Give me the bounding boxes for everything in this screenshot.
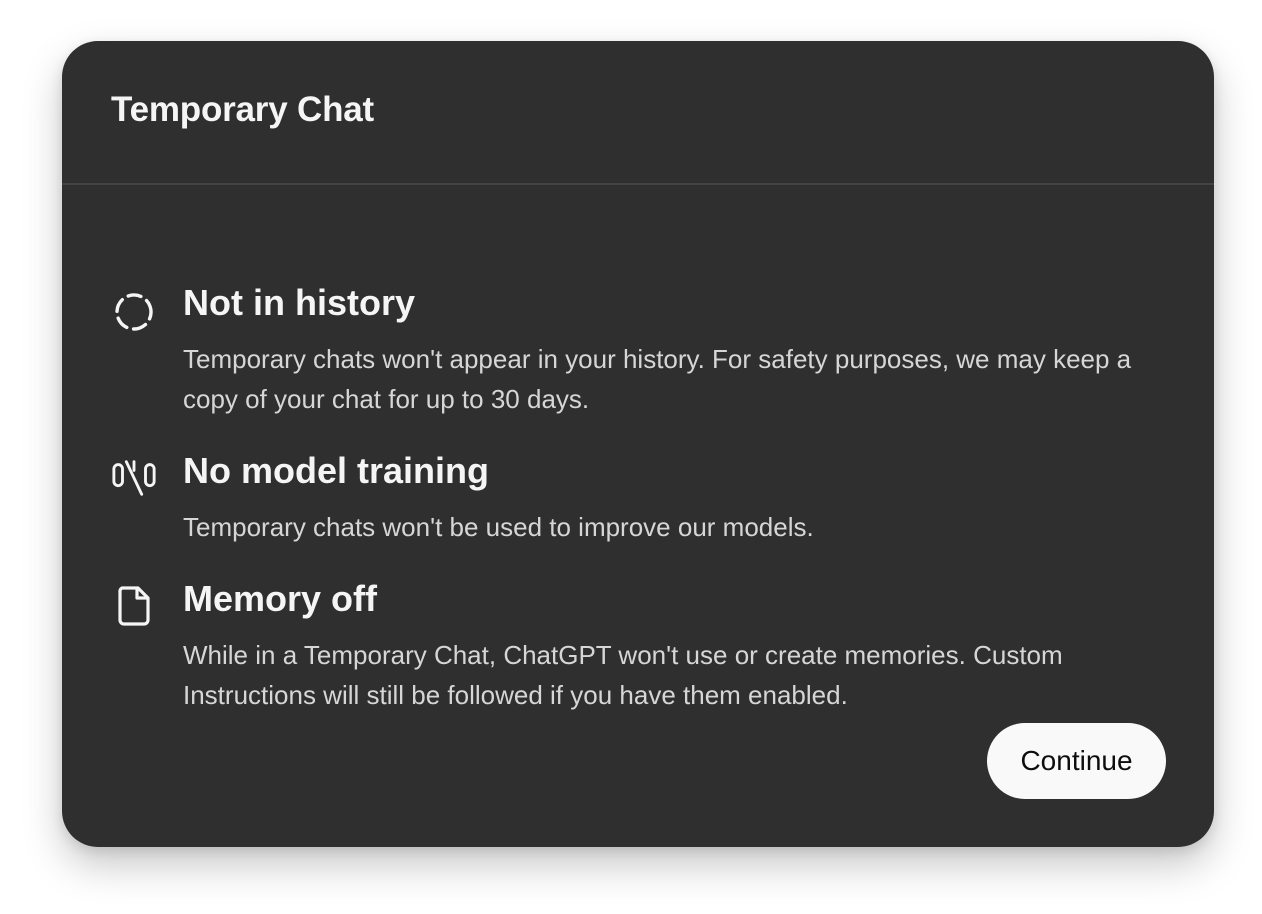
- feature-description: While in a Temporary Chat, ChatGPT won't…: [183, 640, 1063, 710]
- document-icon: [111, 583, 157, 629]
- no-training-icon: [111, 455, 157, 501]
- feature-description: Temporary chats won't be used to improve…: [183, 512, 814, 542]
- modal-title: Temporary Chat: [111, 90, 374, 129]
- feature-title: Not in history: [183, 282, 415, 323]
- dashed-circle-icon: [111, 289, 157, 335]
- modal-header: Temporary Chat: [62, 41, 1214, 185]
- feature-title: No model training: [183, 450, 489, 491]
- temporary-chat-modal: Temporary Chat Not in history Temporary …: [62, 41, 1214, 847]
- continue-button[interactable]: Continue: [987, 723, 1166, 799]
- feature-description: Temporary chats won't appear in your his…: [183, 344, 1132, 414]
- feature-title: Memory off: [183, 578, 378, 619]
